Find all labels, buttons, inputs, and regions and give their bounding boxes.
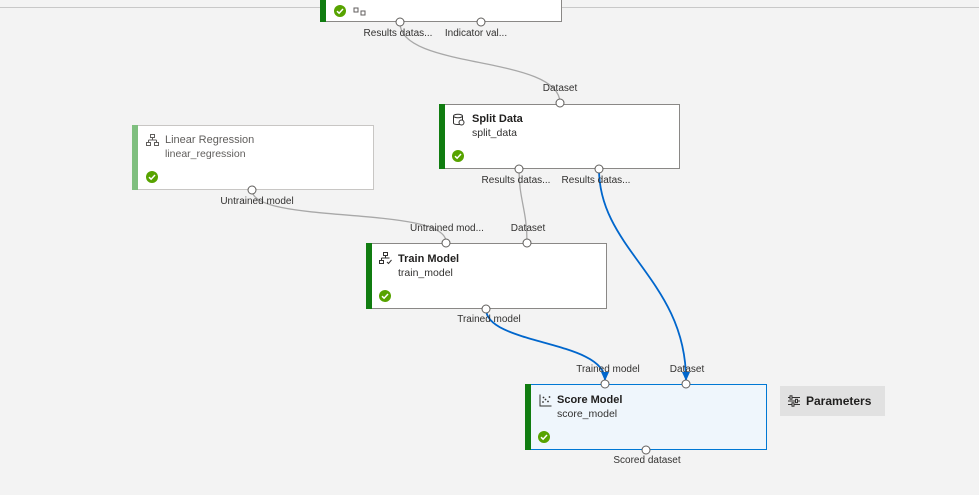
port-out-trained-model[interactable] — [481, 304, 491, 314]
node-title: Score Model — [557, 394, 623, 406]
port-out-results-1[interactable] — [514, 164, 524, 174]
status-bar — [439, 104, 445, 169]
port-label: Dataset — [542, 83, 578, 94]
parameters-button[interactable]: Parameters — [780, 386, 885, 416]
check-icon — [334, 5, 346, 17]
status-bar — [320, 0, 326, 22]
status-bar — [132, 125, 138, 190]
port-label: Results datas... — [363, 28, 433, 39]
parameters-label: Parameters — [806, 394, 872, 408]
train-model-icon — [379, 252, 392, 265]
node-title: Split Data — [472, 113, 523, 125]
split-data-node[interactable]: Split Data split_data — [439, 104, 680, 169]
node-title: Linear Regression — [165, 134, 255, 146]
split-data-icon — [453, 113, 465, 126]
linear-regression-node[interactable]: Linear Regression linear_regression — [132, 125, 374, 190]
port-in-trained-model[interactable] — [600, 379, 610, 389]
check-icon — [538, 431, 550, 443]
scatter-icon — [539, 394, 552, 407]
port-label: Trained model — [457, 314, 521, 325]
port-in-untrained-model[interactable] — [441, 238, 451, 248]
port-label: Scored dataset — [613, 455, 681, 466]
port-label: Results datas... — [481, 175, 551, 186]
port-out-results[interactable] — [395, 17, 405, 27]
check-icon — [379, 290, 391, 302]
port-label: Untrained mod... — [410, 223, 484, 234]
node-title: Train Model — [398, 253, 460, 265]
train-model-node[interactable]: Train Model train_model — [366, 243, 607, 309]
status-bar — [525, 384, 531, 450]
port-in-dataset[interactable] — [681, 379, 691, 389]
top-module-node[interactable] — [320, 0, 562, 22]
check-icon — [452, 150, 464, 162]
port-label: Dataset — [510, 223, 546, 234]
edge-split-to-score — [598, 168, 687, 381]
check-icon — [146, 171, 158, 183]
port-out-scored-dataset[interactable] — [641, 445, 651, 455]
module-icon — [353, 7, 366, 16]
tree-icon — [146, 134, 159, 146]
port-in-dataset[interactable] — [555, 98, 565, 108]
port-label: Indicator val... — [444, 28, 508, 39]
port-label: Results datas... — [561, 175, 631, 186]
port-out-results-2[interactable] — [594, 164, 604, 174]
port-in-dataset[interactable] — [522, 238, 532, 248]
port-label: Untrained model — [220, 196, 294, 207]
port-out-untrained-model[interactable] — [247, 185, 257, 195]
port-label: Dataset — [669, 364, 705, 375]
node-subtitle: split_data — [472, 127, 517, 139]
status-bar — [366, 243, 372, 309]
score-model-node[interactable]: Score Model score_model — [525, 384, 767, 450]
node-subtitle: score_model — [557, 408, 618, 420]
port-out-indicator[interactable] — [476, 17, 486, 27]
node-subtitle: linear_regression — [165, 148, 246, 160]
node-subtitle: train_model — [398, 267, 453, 279]
port-label: Trained model — [576, 364, 640, 375]
sliders-icon — [788, 395, 800, 407]
